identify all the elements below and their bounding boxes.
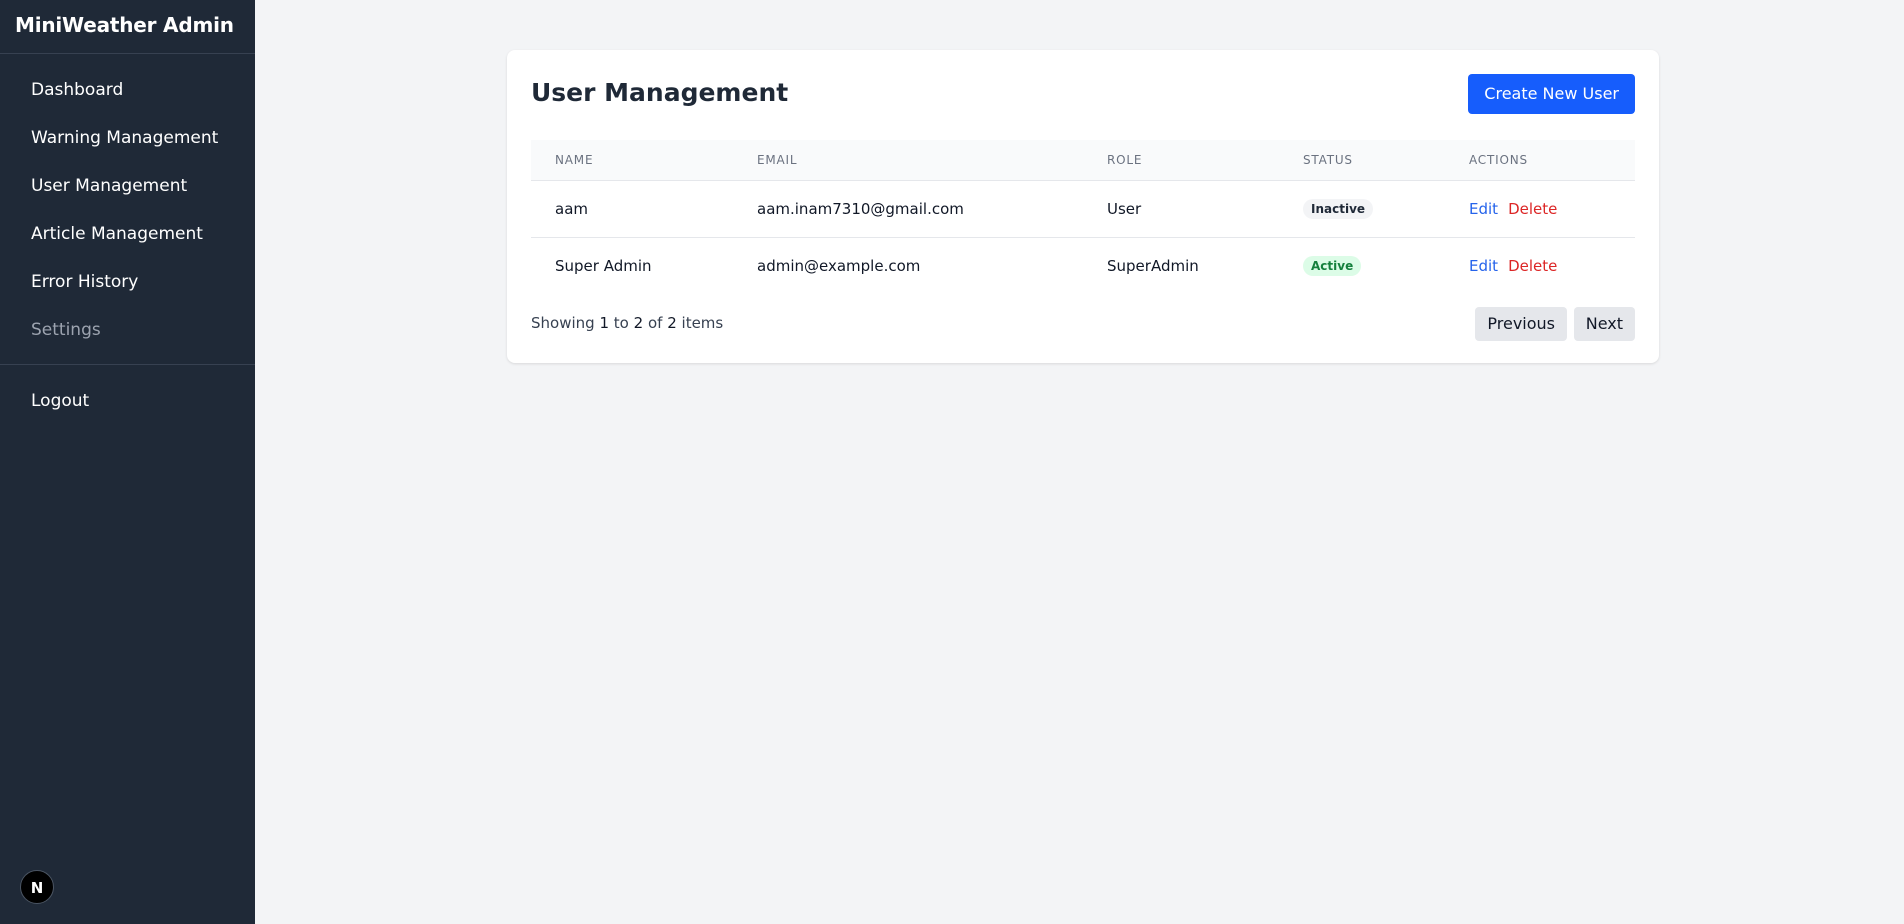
logout-button[interactable]: Logout (0, 377, 255, 425)
pagination-to: 2 (633, 314, 644, 332)
sidebar-item-dashboard[interactable]: Dashboard (0, 66, 255, 114)
sidebar-divider (0, 364, 255, 365)
edit-user-button[interactable]: Edit (1469, 257, 1498, 275)
pagination-of-label: of (647, 314, 663, 332)
column-header-name: NAME (531, 140, 733, 181)
previous-page-button[interactable]: Previous (1475, 307, 1567, 341)
pagination-summary: Showing 1 to 2 of 2 items (531, 314, 723, 332)
sidebar-item-user-management[interactable]: User Management (0, 162, 255, 210)
sidebar-item-warning-management[interactable]: Warning Management (0, 114, 255, 162)
delete-user-button[interactable]: Delete (1508, 200, 1557, 218)
cell-status: Inactive (1279, 180, 1445, 238)
pagination-items-label: items (681, 314, 724, 332)
cell-name: aam (531, 180, 733, 238)
pagination-total: 2 (667, 314, 677, 332)
cell-actions: Edit Delete (1445, 180, 1635, 238)
next-page-button[interactable]: Next (1573, 307, 1635, 341)
create-new-user-button[interactable]: Create New User (1468, 74, 1635, 114)
column-header-email: EMAIL (733, 140, 1083, 181)
cell-role: User (1083, 180, 1279, 238)
table-header-row: NAME EMAIL ROLE STATUS ACTIONS (531, 140, 1635, 181)
delete-user-button[interactable]: Delete (1508, 257, 1557, 275)
sidebar: MiniWeather Admin Dashboard Warning Mana… (0, 0, 255, 924)
sidebar-nav: Dashboard Warning Management User Manage… (0, 54, 255, 354)
cell-role: SuperAdmin (1107, 256, 1199, 275)
app-brand: MiniWeather Admin (0, 0, 255, 54)
column-header-role: ROLE (1083, 140, 1279, 181)
cell-email: admin@example.com (757, 256, 921, 275)
cell-email: aam.inam7310@gmail.com (733, 180, 1083, 238)
cell-name: Super Admin (555, 256, 652, 275)
column-header-status: STATUS (1279, 140, 1445, 181)
pagination-from: 1 (599, 314, 609, 332)
column-header-actions: ACTIONS (1445, 140, 1635, 181)
nextjs-devtools-icon[interactable]: N (20, 870, 54, 904)
table-row: aam aam.inam7310@gmail.com User Inactive… (531, 180, 1635, 238)
sidebar-item-error-history[interactable]: Error History (0, 258, 255, 306)
table-row: Super Admin admin@example.com SuperAdmin… (531, 237, 1635, 294)
user-management-card: User Management Create New User NAME EMA… (507, 50, 1659, 363)
pagination-to-label: to (613, 314, 629, 332)
page-title: User Management (531, 78, 789, 107)
pagination-showing-label: Showing (531, 314, 595, 332)
edit-user-button[interactable]: Edit (1469, 200, 1498, 218)
cell-actions: Edit Delete (1445, 237, 1635, 294)
status-badge: Active (1303, 255, 1362, 276)
cell-status: Active (1279, 237, 1445, 294)
sidebar-item-settings[interactable]: Settings (0, 306, 255, 354)
users-table: NAME EMAIL ROLE STATUS ACTIONS aam aam.i… (531, 140, 1635, 294)
status-badge: Inactive (1303, 198, 1374, 219)
sidebar-item-article-management[interactable]: Article Management (0, 210, 255, 258)
